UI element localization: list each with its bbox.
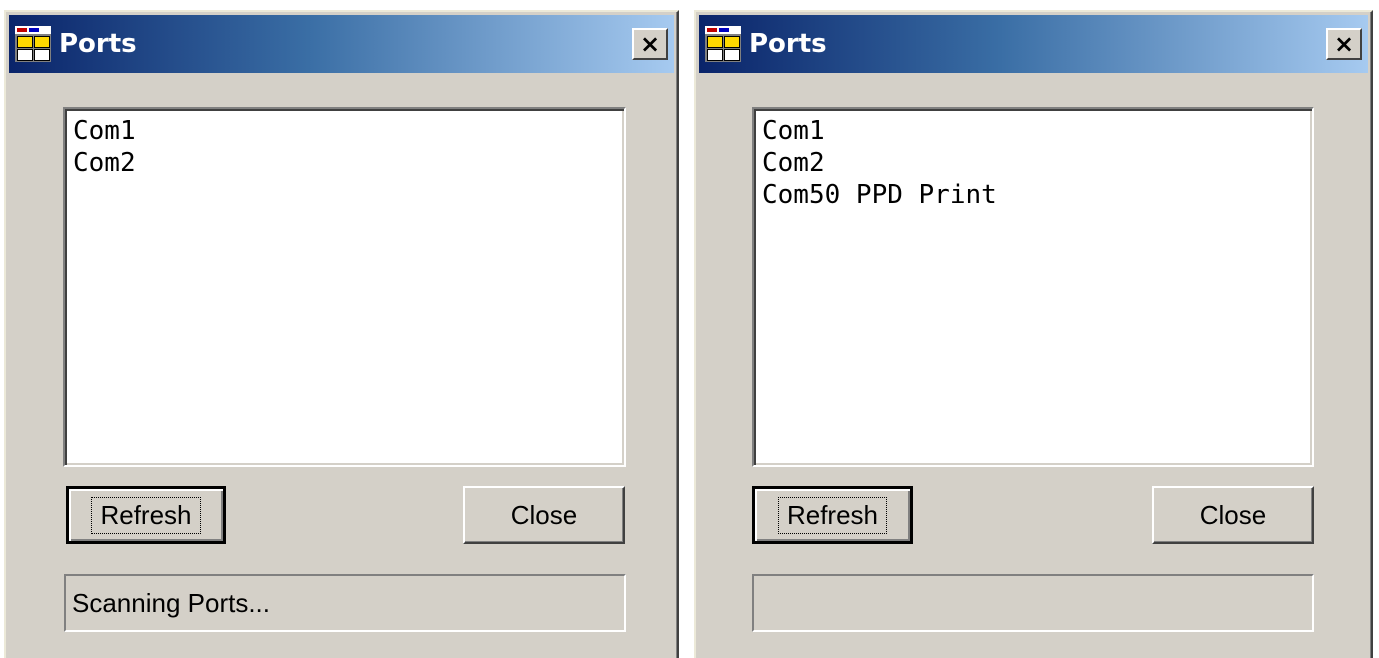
ports-dialog-left: Ports × Com1 Com2 Refresh Close Scanning… <box>4 10 679 658</box>
app-window-icon[interactable] <box>15 26 51 62</box>
refresh-button[interactable]: Refresh <box>752 486 913 544</box>
status-text: Scanning Ports... <box>72 587 270 618</box>
close-button-label: Close <box>510 499 578 530</box>
close-icon: × <box>1333 30 1355 58</box>
title-bar[interactable]: Ports × <box>699 15 1368 73</box>
close-button[interactable]: Close <box>1152 486 1314 544</box>
close-window-button[interactable]: × <box>632 28 668 60</box>
ports-dialog-right: Ports × Com1 Com2 Com50 PPD Print Refres… <box>694 10 1373 658</box>
refresh-button-label: Refresh <box>91 496 201 534</box>
window-title: Ports <box>749 29 827 59</box>
title-bar[interactable]: Ports × <box>9 15 674 73</box>
close-window-button[interactable]: × <box>1326 28 1362 60</box>
app-window-icon[interactable] <box>705 26 741 62</box>
ports-listbox[interactable]: Com1 Com2 <box>63 107 626 467</box>
list-item[interactable]: Com50 PPD Print <box>762 179 1304 211</box>
list-item[interactable]: Com1 <box>762 115 1304 147</box>
list-item[interactable]: Com2 <box>73 147 616 179</box>
status-field <box>752 574 1314 632</box>
close-icon: × <box>639 30 661 58</box>
window-title: Ports <box>59 29 137 59</box>
list-item[interactable]: Com1 <box>73 115 616 147</box>
list-item[interactable]: Com2 <box>762 147 1304 179</box>
refresh-button[interactable]: Refresh <box>66 486 226 544</box>
close-button[interactable]: Close <box>463 486 625 544</box>
ports-listbox[interactable]: Com1 Com2 Com50 PPD Print <box>752 107 1314 467</box>
close-button-label: Close <box>1199 499 1267 530</box>
refresh-button-label: Refresh <box>777 496 888 534</box>
status-field: Scanning Ports... <box>64 574 626 632</box>
